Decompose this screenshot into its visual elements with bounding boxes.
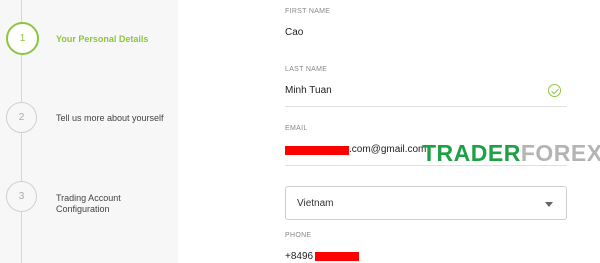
step-number-circle: 1 [6, 22, 39, 55]
dropdown-arrow-icon [545, 202, 553, 207]
signup-steps-sidebar: 1 Your Personal Details 2 Tell us more a… [0, 0, 178, 263]
email-label: EMAIL [285, 125, 308, 132]
step-label: Trading Account Configuration [56, 193, 121, 214]
step-personal-details[interactable]: 1 Your Personal Details [6, 22, 148, 55]
step-label: Your Personal Details [56, 34, 149, 44]
step-number-circle: 2 [6, 102, 37, 133]
first-name-field[interactable]: FIRST NAME Cao [285, 8, 567, 48]
first-name-label: FIRST NAME [285, 8, 331, 15]
redaction-mark [285, 146, 349, 155]
last-name-label: LAST NAME [285, 66, 328, 73]
email-value: .com@gmail.com [349, 144, 427, 155]
step-label: Tell us more about yourself [56, 113, 164, 123]
watermark-part1: TRADER [422, 140, 521, 166]
last-name-field[interactable]: LAST NAME Minh Tuan [285, 66, 567, 108]
step-number-circle: 3 [6, 181, 37, 212]
step-trading-account[interactable]: 3 Trading Account Configuration [6, 181, 121, 214]
valid-check-icon [548, 84, 561, 97]
watermark-part2: FOREX [520, 140, 600, 166]
country-selected-value: Vietnam [297, 198, 334, 209]
country-select[interactable]: Vietnam [285, 186, 567, 220]
traderforex-watermark: TRADERFOREX [422, 140, 600, 167]
step-about-yourself[interactable]: 2 Tell us more about yourself [6, 102, 164, 133]
last-name-value: Minh Tuan [285, 85, 332, 96]
redaction-mark [315, 252, 359, 261]
last-name-underline [285, 106, 567, 107]
phone-label: PHONE [285, 232, 312, 239]
phone-value: +8496 [285, 251, 314, 262]
phone-field[interactable]: PHONE +8496 [285, 232, 567, 263]
first-name-value: Cao [285, 27, 304, 38]
